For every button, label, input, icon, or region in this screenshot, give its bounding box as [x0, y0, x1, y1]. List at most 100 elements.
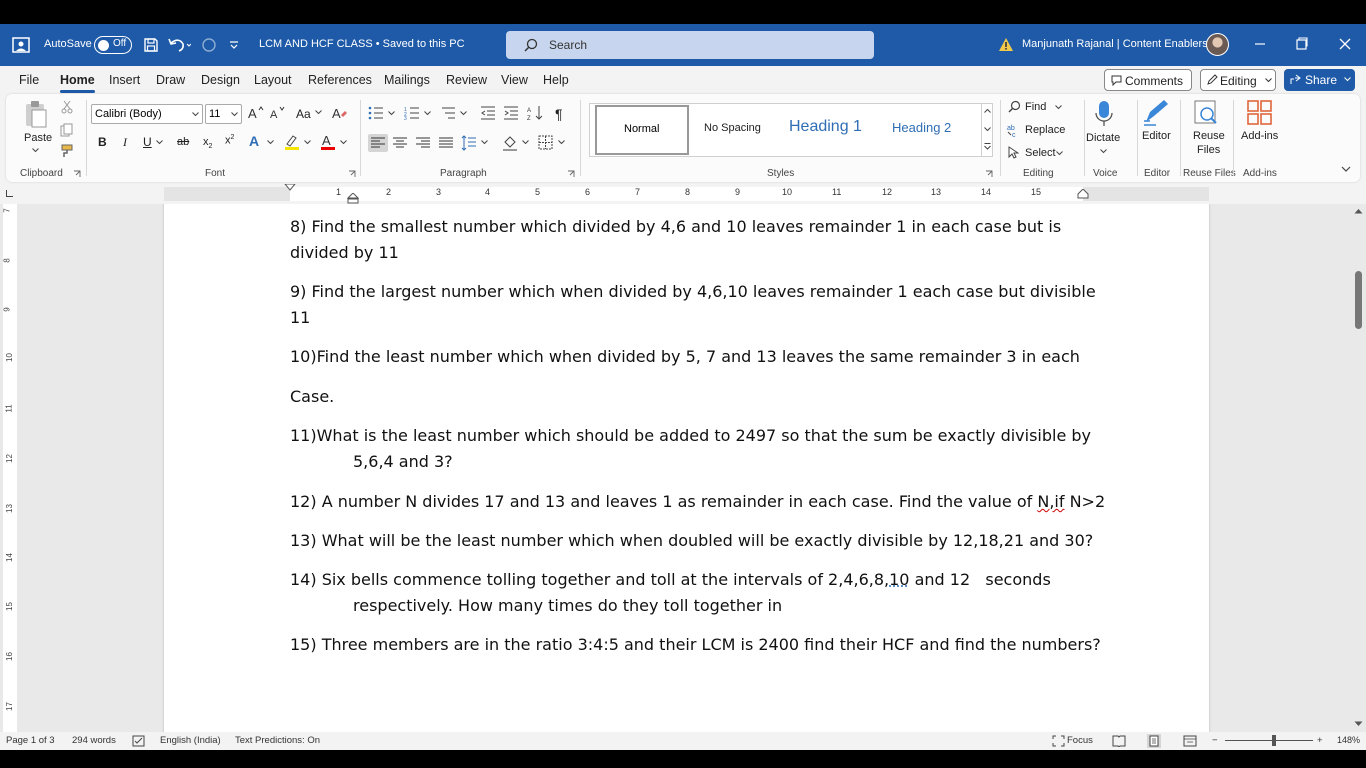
select-label[interactable]: Select	[1025, 147, 1056, 159]
styles-gallery-scroll[interactable]	[981, 103, 993, 157]
right-indent-marker[interactable]	[1077, 189, 1089, 199]
autosave-toggle[interactable]: Off	[94, 36, 132, 54]
underline-icon[interactable]: U	[143, 135, 152, 149]
italic-icon[interactable]: I	[123, 135, 127, 150]
undo-icon[interactable]	[167, 36, 191, 54]
tab-file[interactable]: File	[19, 73, 39, 87]
increase-indent-icon[interactable]	[503, 106, 519, 120]
bold-icon[interactable]: B	[98, 135, 107, 149]
scroll-down-icon[interactable]	[1354, 721, 1363, 727]
decrease-indent-icon[interactable]	[480, 106, 496, 120]
editor-label[interactable]: Editor	[1142, 130, 1171, 142]
question-15[interactable]: 15) Three members are in the ratio 3:4:5…	[290, 632, 1101, 658]
tab-draw[interactable]: Draw	[156, 73, 185, 87]
text-predictions[interactable]: Text Predictions: On	[235, 735, 320, 746]
tab-home[interactable]: Home	[60, 73, 95, 93]
paste-label[interactable]: Paste	[24, 132, 52, 144]
tab-references[interactable]: References	[308, 73, 372, 87]
editing-mode-button[interactable]: Editing	[1200, 69, 1276, 91]
style-normal[interactable]: Normal	[595, 105, 689, 155]
chevron-down-icon[interactable]	[1100, 149, 1107, 154]
line-spacing-icon[interactable]	[461, 135, 477, 151]
hanging-indent-marker[interactable]	[347, 193, 359, 204]
vertical-ruler[interactable]: 7 8 9 10 11 12 13 14 15 16 17	[3, 204, 17, 732]
share-button[interactable]: Share	[1284, 69, 1355, 91]
question-14[interactable]: 14) Six bells commence tolling together …	[290, 567, 1051, 619]
style-heading-1[interactable]: Heading 1	[786, 104, 882, 156]
chevron-up-icon[interactable]	[984, 108, 991, 113]
zoom-level[interactable]: 148%	[1337, 735, 1360, 745]
style-no-spacing[interactable]: No Spacing	[690, 104, 786, 156]
tab-selector-icon[interactable]	[6, 190, 13, 197]
sort-icon[interactable]: AZ	[527, 105, 543, 121]
chevron-down-icon[interactable]	[388, 111, 395, 116]
first-line-indent-marker[interactable]	[284, 184, 296, 204]
question-13[interactable]: 13) What will be the least number which …	[290, 528, 1093, 554]
word-count[interactable]: 294 words	[72, 735, 116, 746]
document-title[interactable]: LCM AND HCF CLASS • Saved to this PC	[259, 38, 465, 50]
zoom-out-button[interactable]: −	[1212, 735, 1218, 746]
dialog-launcher-icon[interactable]	[73, 170, 81, 178]
close-icon[interactable]	[1338, 36, 1352, 52]
strikethrough-icon[interactable]: ab	[177, 136, 189, 148]
dialog-launcher-icon[interactable]	[348, 170, 356, 178]
print-layout-icon[interactable]	[1147, 734, 1161, 748]
cut-icon[interactable]	[61, 100, 73, 114]
multilevel-list-icon[interactable]	[440, 106, 456, 120]
minimize-icon[interactable]	[1253, 36, 1267, 52]
paste-icon[interactable]	[23, 100, 49, 130]
replace-label[interactable]: Replace	[1025, 124, 1065, 136]
editor-icon[interactable]	[1142, 98, 1170, 128]
format-painter-icon[interactable]	[60, 144, 74, 158]
question-8[interactable]: 8) Find the smallest number which divide…	[290, 214, 1061, 266]
user-name[interactable]: Manjunath Rajanal | Content Enablers	[1022, 38, 1208, 50]
warning-icon[interactable]	[998, 37, 1014, 52]
zoom-slider[interactable]	[1225, 740, 1313, 741]
grammar-suggestion[interactable]: 10	[889, 570, 909, 589]
collapse-ribbon-icon[interactable]	[1341, 166, 1351, 173]
focus-icon[interactable]	[1052, 735, 1065, 747]
language[interactable]: English (India)	[160, 735, 221, 746]
chevron-down-icon[interactable]	[558, 140, 565, 145]
document-page[interactable]: 8) Find the smallest number which divide…	[164, 204, 1209, 732]
zoom-in-button[interactable]: +	[1317, 735, 1323, 746]
chevron-down-icon[interactable]	[340, 140, 347, 145]
chevron-down-icon[interactable]	[1056, 151, 1063, 156]
grow-font-icon[interactable]: A	[248, 106, 264, 120]
scroll-up-icon[interactable]	[1354, 208, 1363, 214]
dialog-launcher-icon[interactable]	[985, 170, 993, 178]
search-box[interactable]: Search	[506, 31, 874, 59]
chevron-down-icon[interactable]	[522, 140, 529, 145]
align-right-icon[interactable]	[415, 136, 431, 150]
font-name-select[interactable]: Calibri (Body)	[91, 104, 203, 124]
avatar[interactable]	[1206, 33, 1229, 56]
proofing-icon[interactable]	[132, 735, 145, 747]
replace-icon[interactable]: abc	[1007, 123, 1021, 137]
find-label[interactable]: Find	[1025, 101, 1046, 113]
tab-design[interactable]: Design	[201, 73, 240, 87]
change-case-button[interactable]: Aa	[296, 107, 311, 121]
tab-layout[interactable]: Layout	[254, 73, 292, 87]
highlighter-icon[interactable]	[284, 133, 300, 151]
vertical-scrollbar[interactable]	[1350, 204, 1366, 732]
reuse-label-2[interactable]: Files	[1197, 144, 1220, 156]
superscript-icon[interactable]: x2	[225, 134, 234, 147]
redo-icon[interactable]	[200, 36, 218, 54]
font-color-icon[interactable]: A	[320, 133, 336, 151]
chevron-down-icon[interactable]	[156, 140, 163, 145]
shrink-font-icon[interactable]: A	[270, 106, 286, 120]
subscript-icon[interactable]: x2	[203, 136, 212, 150]
align-left-icon[interactable]	[368, 134, 388, 152]
chevron-down-icon[interactable]	[304, 140, 311, 145]
restore-icon[interactable]	[1295, 36, 1309, 52]
align-center-icon[interactable]	[392, 136, 408, 150]
show-formatting-icon[interactable]: ¶	[555, 106, 563, 122]
chevron-down-icon[interactable]	[481, 140, 488, 145]
scrollbar-thumb[interactable]	[1355, 271, 1362, 329]
chevron-down-icon[interactable]	[315, 110, 322, 115]
chevron-down-icon[interactable]	[984, 127, 991, 132]
read-mode-icon[interactable]	[1112, 735, 1126, 747]
shading-icon[interactable]	[502, 134, 518, 152]
cursor-icon[interactable]	[1008, 146, 1019, 159]
reuse-label-1[interactable]: Reuse	[1193, 130, 1225, 142]
